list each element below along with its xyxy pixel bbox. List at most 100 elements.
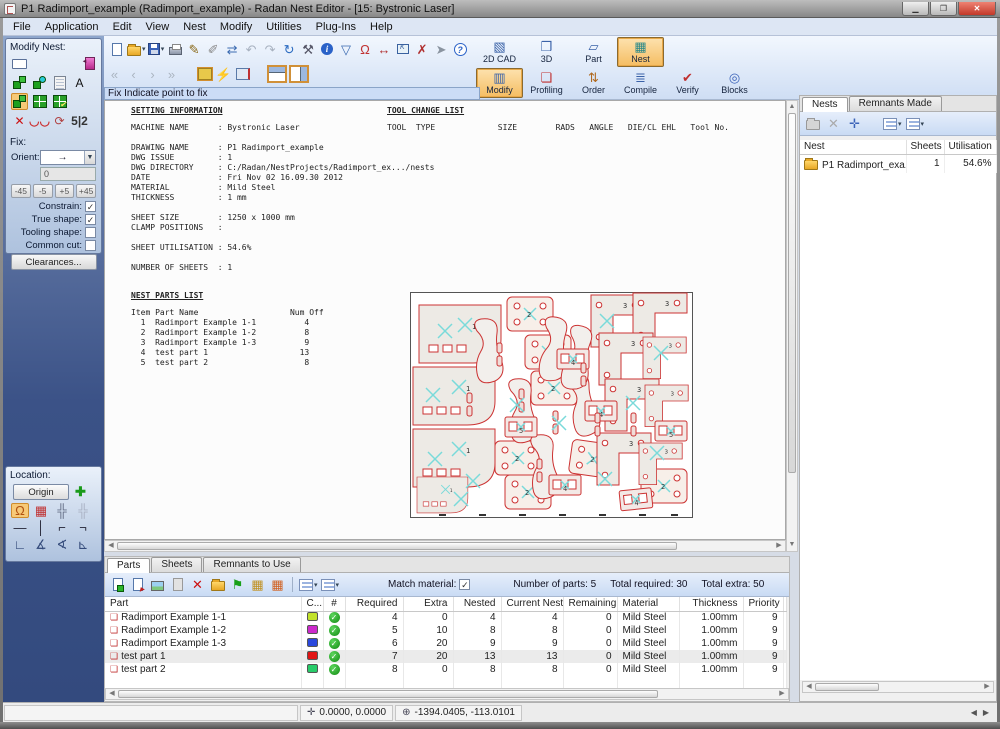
info-icon[interactable] bbox=[319, 41, 336, 58]
numeric-input-icon[interactable] bbox=[395, 41, 412, 58]
tab-remnants-to-use[interactable]: Remnants to Use bbox=[203, 557, 300, 572]
array-nest-icon[interactable] bbox=[31, 93, 48, 110]
tab-parts[interactable]: Parts bbox=[107, 558, 150, 573]
mode-compile-button[interactable]: ≣Compile bbox=[617, 68, 664, 98]
image-part-button[interactable] bbox=[149, 576, 166, 593]
replace-icon[interactable]: ⇄ bbox=[224, 41, 241, 58]
undo-icon[interactable]: ↶ bbox=[243, 41, 260, 58]
scrollbar-thumb[interactable] bbox=[815, 683, 879, 691]
delete-part-button[interactable]: ✕ bbox=[189, 576, 206, 593]
menu-item-nest[interactable]: Nest bbox=[176, 20, 213, 34]
open-icon[interactable]: ▾ bbox=[127, 41, 146, 58]
rotate-part-icon[interactable]: ⟳ bbox=[51, 112, 68, 129]
help-icon[interactable] bbox=[452, 41, 469, 58]
scroll-down-icon[interactable]: ▼ bbox=[787, 539, 797, 551]
mode-profiling-button[interactable]: ❏Profiling bbox=[523, 68, 570, 98]
close-button[interactable]: ✕ bbox=[958, 2, 996, 16]
document-horizontal-scrollbar[interactable]: ◀ ▶ bbox=[104, 540, 786, 552]
sheet-grid-icon[interactable] bbox=[196, 66, 213, 83]
menu-item-application[interactable]: Application bbox=[38, 20, 106, 34]
common-edge-icon[interactable]: ◡◡ bbox=[31, 112, 48, 129]
auto-nest-icon[interactable] bbox=[51, 93, 68, 110]
view-icons-button[interactable]: ▾ bbox=[883, 115, 902, 132]
open-nest-icon[interactable] bbox=[804, 115, 821, 132]
scroll-right-icon[interactable]: ▶ bbox=[773, 541, 785, 551]
tab-remnants-made[interactable]: Remnants Made bbox=[849, 96, 942, 111]
mode-2d-cad-button[interactable]: ▧2D CAD bbox=[476, 37, 523, 67]
table-row[interactable]: ❏Radimport Example 1-1✓40440Mild Steel1.… bbox=[105, 611, 787, 624]
snap-magnet-icon[interactable]: Ω bbox=[357, 41, 374, 58]
manual-nest-icon[interactable] bbox=[11, 93, 28, 110]
document-vertical-scrollbar[interactable]: ▲ ▼ bbox=[786, 100, 798, 552]
nest-part[interactable]: 4 bbox=[549, 475, 581, 495]
flag-part-button[interactable]: ⚑ bbox=[229, 576, 246, 593]
last-sheet-icon[interactable]: » bbox=[163, 66, 180, 83]
nest-part[interactable]: 1 bbox=[417, 477, 468, 513]
mode-3d-button[interactable]: ❒3D bbox=[523, 37, 570, 67]
scroll-left-icon[interactable]: ◀ bbox=[105, 541, 117, 551]
fine-grid-icon[interactable]: ╬ bbox=[53, 503, 71, 518]
swap-order-icon[interactable]: 5|2 bbox=[71, 112, 88, 129]
corner-datum-icon[interactable]: ⌐ bbox=[53, 520, 71, 535]
status-scroll-left-icon[interactable]: ◀ bbox=[971, 708, 977, 717]
mode-modify-button[interactable]: ▥Modify bbox=[476, 68, 523, 98]
first-sheet-icon[interactable]: « bbox=[106, 66, 123, 83]
angle-measure2-icon[interactable]: ∢ bbox=[53, 537, 71, 552]
table-row[interactable]: ❏Radimport Example 1-2✓510880Mild Steel1… bbox=[105, 624, 787, 637]
prev-sheet-icon[interactable]: ‹ bbox=[125, 66, 142, 83]
tooling-shape-checkbox[interactable] bbox=[85, 227, 96, 238]
horizontal-datum-icon[interactable]: — bbox=[11, 520, 29, 535]
sheet-bounds-icon[interactable] bbox=[234, 66, 251, 83]
part-list-icon[interactable] bbox=[51, 74, 68, 91]
true-shape-checkbox[interactable]: ✓ bbox=[85, 214, 96, 225]
nest-part[interactable]: 5 bbox=[655, 421, 687, 441]
next-sheet-icon[interactable]: › bbox=[144, 66, 161, 83]
menu-item-view[interactable]: View bbox=[139, 20, 177, 34]
tab-sheets[interactable]: Sheets bbox=[151, 557, 202, 572]
delete-nest-icon[interactable]: ✕ bbox=[825, 115, 842, 132]
table-row[interactable]: ❏test part 2✓80880Mild Steel1.00mm9 bbox=[105, 663, 787, 676]
locate-nest-icon[interactable]: ✛ bbox=[846, 115, 863, 132]
nest-part[interactable]: 4 bbox=[585, 401, 617, 421]
match-material-checkbox[interactable]: ✓ bbox=[459, 579, 470, 590]
mode-nest-button[interactable]: ▦Nest bbox=[617, 37, 664, 67]
save-icon[interactable]: ▾ bbox=[148, 41, 165, 58]
import-part-button[interactable] bbox=[129, 576, 146, 593]
menu-item-plugins[interactable]: Plug-Ins bbox=[309, 20, 363, 34]
origin-button[interactable]: Origin bbox=[13, 484, 69, 500]
angle-measure3-icon[interactable]: ⊾ bbox=[74, 537, 92, 552]
new-part-button[interactable] bbox=[109, 576, 126, 593]
scroll-up-icon[interactable]: ▲ bbox=[787, 101, 797, 113]
sketch-pencil-icon[interactable]: ✎ bbox=[186, 41, 203, 58]
rotate-minus-5-button[interactable]: -5 bbox=[33, 184, 53, 198]
add-filler-part-icon[interactable] bbox=[31, 74, 48, 91]
rotate-plus-5-button[interactable]: +5 bbox=[55, 184, 75, 198]
common-cut-checkbox[interactable] bbox=[85, 240, 96, 251]
nest-preview[interactable]: 1111222222233333333445454 bbox=[409, 291, 694, 519]
table-view-button[interactable]: ▦ bbox=[249, 576, 266, 593]
quick-cut-icon[interactable]: ⚡ bbox=[215, 66, 232, 83]
filter-icon[interactable]: ▽ bbox=[338, 41, 355, 58]
dimension-icon[interactable]: ↔ bbox=[376, 41, 393, 58]
constrain-checkbox[interactable]: ✓ bbox=[85, 201, 96, 212]
table-row[interactable]: ❏test part 1✓72013130Mild Steel1.00mm9 bbox=[105, 650, 787, 663]
mode-blocks-button[interactable]: ◎Blocks bbox=[711, 68, 758, 98]
tab-nests[interactable]: Nests bbox=[802, 97, 848, 112]
menu-item-modify[interactable]: Modify bbox=[213, 20, 259, 34]
parts-horizontal-scrollbar[interactable]: ◀ ▶ bbox=[105, 688, 789, 700]
open-part-button[interactable] bbox=[209, 576, 226, 593]
view-icons-button[interactable]: ▾ bbox=[299, 576, 318, 593]
scroll-right-icon[interactable]: ▶ bbox=[776, 689, 788, 699]
regenerate-icon[interactable]: ↻ bbox=[281, 41, 298, 58]
minimize-button[interactable]: ▁ bbox=[902, 2, 929, 16]
grid-icon[interactable]: ▦ bbox=[32, 503, 50, 518]
snap-magnet-icon[interactable]: Ω bbox=[11, 503, 29, 518]
status-scroll-right-icon[interactable]: ▶ bbox=[983, 708, 989, 717]
vertical-datum-icon[interactable]: │ bbox=[32, 520, 50, 535]
new-icon[interactable] bbox=[108, 41, 125, 58]
delete-part-icon[interactable]: ✕ bbox=[11, 112, 28, 129]
edit-table-button[interactable]: ▦ bbox=[269, 576, 286, 593]
close-nest-icon[interactable] bbox=[81, 55, 98, 72]
query-edit-icon[interactable]: ✐ bbox=[205, 41, 222, 58]
tools-icon[interactable]: ⚒ bbox=[300, 41, 317, 58]
